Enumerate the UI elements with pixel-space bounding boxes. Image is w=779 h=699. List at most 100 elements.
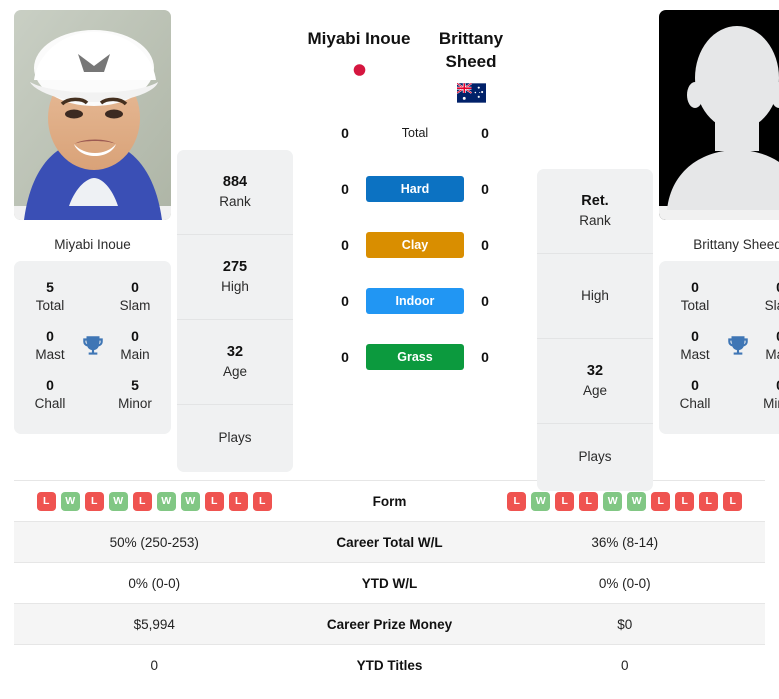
right-player-photo-placeholder bbox=[659, 10, 779, 220]
surface-row-grass: 0 Grass 0 bbox=[299, 329, 531, 385]
right-player-name[interactable]: Brittany Sheed bbox=[415, 28, 527, 74]
form-badge-win[interactable]: W bbox=[180, 491, 200, 511]
right-player-rank-column: Ret. Rank High 32 Age Plays bbox=[537, 169, 653, 491]
left-player-column: Miyabi Inoue 5 Total 0 Slam 0 Mast 0 Mai… bbox=[14, 10, 171, 435]
award-row-total-slam: 0 Total 0 Slam bbox=[659, 273, 779, 322]
award-row-chall-minor: 0 Chall 5 Minor bbox=[14, 371, 171, 420]
award-main: 0 Main bbox=[765, 328, 779, 362]
left-player-name[interactable]: Miyabi Inoue bbox=[303, 28, 415, 51]
left-ytd-wl: 0% (0-0) bbox=[128, 575, 181, 591]
right-form-strip: LWLLWWLLLL bbox=[485, 491, 766, 511]
form-badge-loss[interactable]: L bbox=[555, 491, 575, 511]
surface-left-score: 0 bbox=[341, 124, 349, 141]
award-row-mast-main: 0 Mast 0 Main bbox=[659, 322, 779, 371]
form-badge-loss[interactable]: L bbox=[723, 491, 743, 511]
form-badge-win[interactable]: W bbox=[603, 491, 623, 511]
award-total: 0 Total bbox=[680, 279, 710, 313]
award-minor: 0 Minor bbox=[763, 377, 779, 411]
surface-right-score: 0 bbox=[481, 236, 489, 253]
form-badge-win[interactable]: W bbox=[531, 491, 551, 511]
surface-row-total: 0 Total 0 bbox=[299, 105, 531, 161]
right-high-cell: High bbox=[537, 254, 653, 339]
surface-label-total: Total bbox=[401, 125, 429, 140]
award-chall: 0 Chall bbox=[679, 377, 711, 411]
left-player-flag bbox=[303, 60, 415, 80]
stat-label-ytd-titles: YTD Titles bbox=[356, 657, 423, 673]
right-player-photo[interactable] bbox=[659, 10, 779, 220]
right-age-cell: 32 Age bbox=[537, 339, 653, 424]
avatar-placeholder-icon bbox=[659, 10, 779, 220]
stat-label-form: Form bbox=[372, 493, 407, 509]
form-badge-loss[interactable]: L bbox=[84, 491, 104, 511]
surface-label-grass[interactable]: Grass bbox=[366, 343, 464, 370]
left-career-total-wl: 50% (250-253) bbox=[109, 534, 199, 550]
surface-label-indoor[interactable]: Indoor bbox=[366, 287, 464, 314]
right-player-flag bbox=[415, 82, 527, 103]
surface-row-indoor: 0 Indoor 0 bbox=[299, 273, 531, 329]
left-age-cell: 32 Age bbox=[177, 320, 293, 405]
right-player-name-block: Brittany Sheed bbox=[415, 28, 527, 103]
award-main: 0 Main bbox=[120, 328, 150, 362]
form-badge-loss[interactable]: L bbox=[204, 491, 224, 511]
form-badge-win[interactable]: W bbox=[156, 491, 176, 511]
left-plays-cell: Plays bbox=[218, 430, 252, 446]
form-badge-loss[interactable]: L bbox=[36, 491, 56, 511]
comparison-stat-table: LWLWLWWLLL Form LWLLWWLLLL 50% (250-253)… bbox=[0, 480, 779, 685]
right-career-prize-money: $0 bbox=[617, 616, 633, 632]
award-row-mast-main: 0 Mast 0 Main bbox=[14, 322, 171, 371]
table-row-ytd-wl: 0% (0-0) YTD W/L 0% (0-0) bbox=[14, 562, 765, 603]
right-player-photo-name: Brittany Sheed bbox=[693, 237, 779, 252]
right-player-awards-card: 0 Total 0 Slam 0 Mast bbox=[659, 261, 779, 435]
form-badge-win[interactable]: W bbox=[627, 491, 647, 511]
table-row-career-prize-money: $5,994 Career Prize Money $0 bbox=[14, 603, 765, 644]
form-badge-loss[interactable]: L bbox=[252, 491, 272, 511]
award-row-total-slam: 5 Total 0 Slam bbox=[14, 273, 171, 322]
surface-h2h-list: 0 Total 0 0 Hard 0 0 Clay 0 0 Indoor 0 0 bbox=[299, 105, 531, 385]
award-slam: 0 Slam bbox=[764, 279, 779, 313]
surface-right-score: 0 bbox=[481, 292, 489, 309]
form-badge-win[interactable]: W bbox=[60, 491, 80, 511]
surface-label-clay[interactable]: Clay bbox=[366, 231, 464, 258]
h2h-player-names: Miyabi Inoue Brittany Sheed bbox=[299, 28, 531, 103]
trophy-icon bbox=[723, 333, 753, 359]
stat-label-ytd-wl: YTD W/L bbox=[361, 575, 418, 591]
surface-row-clay: 0 Clay 0 bbox=[299, 217, 531, 273]
right-ytd-titles: 0 bbox=[620, 657, 629, 673]
stat-label-career-total-wl: Career Total W/L bbox=[336, 534, 443, 550]
form-badge-loss[interactable]: L bbox=[651, 491, 671, 511]
table-row-career-total-wl: 50% (250-253) Career Total W/L 36% (8-14… bbox=[14, 521, 765, 562]
award-minor: 5 Minor bbox=[118, 377, 152, 411]
left-player-rank-column: 884 Rank 275 High 32 Age Plays bbox=[177, 150, 293, 472]
right-ytd-wl: 0% (0-0) bbox=[598, 575, 651, 591]
form-badge-loss[interactable]: L bbox=[579, 491, 599, 511]
surface-right-score: 0 bbox=[481, 180, 489, 197]
player-comparison-header: Miyabi Inoue 5 Total 0 Slam 0 Mast 0 Mai… bbox=[0, 0, 779, 491]
head-to-head-panel: Miyabi Inoue Brittany Sheed 0 Total 0 0 … bbox=[299, 10, 531, 385]
form-badge-loss[interactable]: L bbox=[675, 491, 695, 511]
form-badge-loss[interactable]: L bbox=[507, 491, 527, 511]
left-player-photo[interactable] bbox=[14, 10, 171, 220]
surface-label-hard[interactable]: Hard bbox=[366, 175, 464, 202]
form-badge-loss[interactable]: L bbox=[132, 491, 152, 511]
surface-left-score: 0 bbox=[341, 348, 349, 365]
trophy-icon bbox=[78, 333, 108, 359]
left-rank-cell: 884 Rank bbox=[177, 150, 293, 235]
surface-left-score: 0 bbox=[341, 236, 349, 253]
left-form-strip: LWLWLWWLLL bbox=[14, 491, 295, 511]
right-plays-cell: Plays bbox=[578, 449, 612, 465]
left-player-photo-image bbox=[14, 10, 171, 220]
form-badges-right: LWLLWWLLLL bbox=[485, 491, 766, 511]
award-mast: 0 Mast bbox=[35, 328, 65, 362]
left-career-prize-money: $5,994 bbox=[133, 616, 175, 632]
form-badge-loss[interactable]: L bbox=[228, 491, 248, 511]
form-badge-loss[interactable]: L bbox=[699, 491, 719, 511]
left-player-photo-name: Miyabi Inoue bbox=[54, 237, 131, 252]
left-ytd-titles: 0 bbox=[150, 657, 158, 673]
right-career-total-wl: 36% (8-14) bbox=[591, 534, 659, 550]
award-total: 5 Total bbox=[35, 279, 65, 313]
right-player-column: Brittany Sheed 0 Total 0 Slam 0 Mast bbox=[659, 10, 779, 435]
form-badge-win[interactable]: W bbox=[108, 491, 128, 511]
surface-left-score: 0 bbox=[341, 292, 349, 309]
surface-row-hard: 0 Hard 0 bbox=[299, 161, 531, 217]
au-flag-icon bbox=[456, 82, 486, 103]
